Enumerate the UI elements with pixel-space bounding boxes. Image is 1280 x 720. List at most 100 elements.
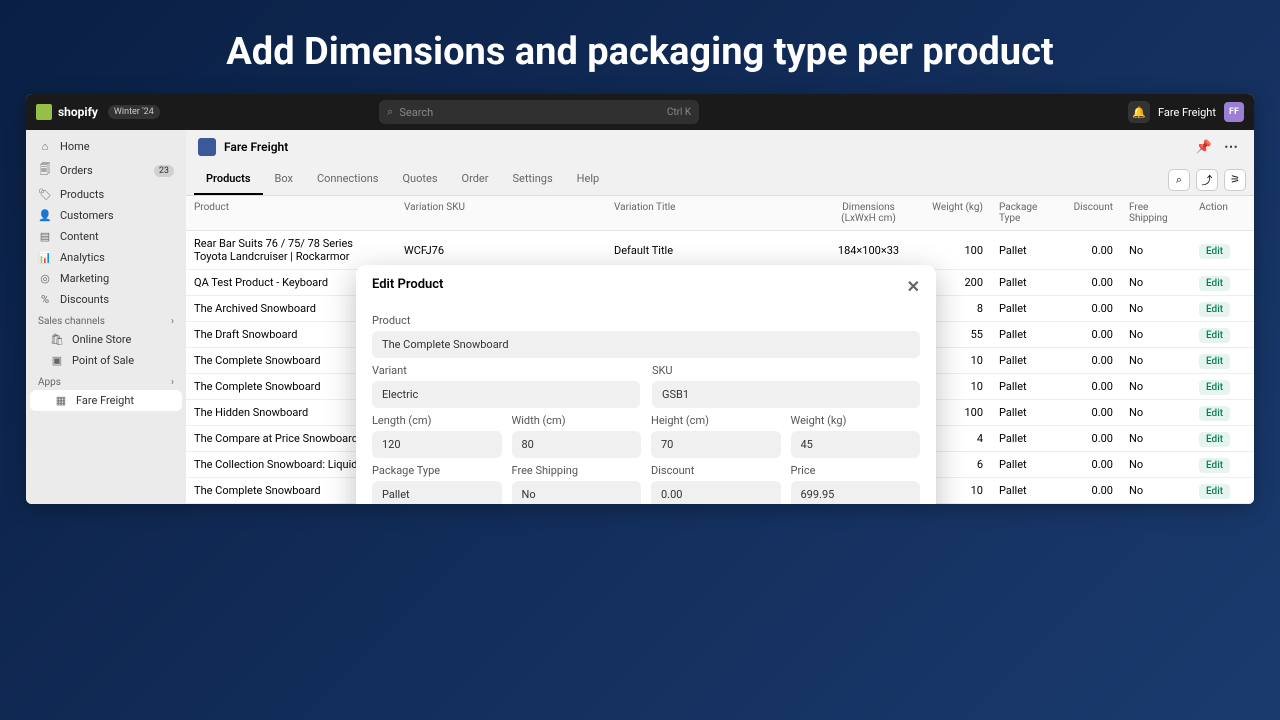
upload-button[interactable]: ⤴ — [1196, 169, 1218, 191]
nav-label: Orders — [60, 164, 93, 177]
edit-button[interactable]: Edit — [1199, 484, 1230, 499]
cell-package-type: Pallet — [991, 348, 1061, 373]
price-input[interactable] — [791, 481, 921, 504]
chevron-right-icon[interactable]: › — [171, 316, 174, 327]
edit-button[interactable]: Edit — [1199, 380, 1230, 395]
search-input[interactable]: ⌕ Search Ctrl K — [379, 100, 699, 124]
modal-title: Edit Product — [372, 277, 443, 296]
app-header: Fare Freight 📌 ⋯ — [186, 130, 1254, 164]
height-label: Height (cm) — [651, 414, 781, 427]
discount-label: Discount — [651, 464, 781, 477]
search-placeholder: Search — [399, 106, 433, 119]
pin-icon[interactable]: 📌 — [1196, 140, 1212, 155]
cell-dimensions: 184×100×33 — [816, 238, 921, 263]
column-header[interactable]: Action — [1191, 196, 1236, 230]
sidebar-item-content[interactable]: ▤Content — [26, 226, 186, 247]
height-input[interactable] — [651, 431, 781, 458]
chevron-right-icon[interactable]: › — [171, 377, 174, 388]
nav-label: Point of Sale — [72, 354, 134, 367]
tab-help[interactable]: Help — [565, 164, 612, 195]
edit-button[interactable]: Edit — [1199, 244, 1230, 259]
brand-text: shopify — [58, 105, 98, 119]
avatar[interactable]: FF — [1224, 102, 1244, 122]
cell-free-shipping: No — [1121, 374, 1191, 399]
nav-icon: 📊 — [38, 251, 52, 264]
logo: shopify — [36, 104, 98, 120]
tab-box[interactable]: Box — [263, 164, 305, 195]
length-input[interactable] — [372, 431, 502, 458]
column-header[interactable]: Variation Title — [606, 196, 816, 230]
cell-free-shipping: No — [1121, 296, 1191, 321]
tab-connections[interactable]: Connections — [305, 164, 390, 195]
nav-icon: ⌂ — [38, 140, 52, 153]
column-header[interactable]: Product — [186, 196, 396, 230]
sku-label: SKU — [652, 364, 920, 377]
column-header[interactable]: Weight (kg) — [921, 196, 991, 230]
tab-quotes[interactable]: Quotes — [390, 164, 449, 195]
nav-label: Marketing — [60, 272, 109, 285]
search-filter-button[interactable]: ⌕ — [1168, 169, 1190, 191]
nav-label: Products — [60, 188, 104, 201]
cell-package-type: Pallet — [991, 426, 1061, 451]
package-type-select[interactable] — [372, 481, 502, 504]
tabs: ProductsBoxConnectionsQuotesOrderSetting… — [186, 164, 1254, 196]
cell-discount: 0.00 — [1061, 400, 1121, 425]
cell-variation-title: Default Title — [606, 238, 816, 263]
cell-discount: 0.00 — [1061, 478, 1121, 503]
more-icon[interactable]: ⋯ — [1220, 139, 1242, 155]
column-header[interactable]: Free Shipping — [1121, 196, 1191, 230]
edit-button[interactable]: Edit — [1199, 276, 1230, 291]
package-type-label: Package Type — [372, 464, 502, 477]
column-header[interactable]: Variation SKU — [396, 196, 606, 230]
tab-settings[interactable]: Settings — [500, 164, 564, 195]
edit-button[interactable]: Edit — [1199, 328, 1230, 343]
weight-input[interactable] — [791, 431, 921, 458]
nav-icon: % — [38, 293, 52, 306]
nav-icon: ▣ — [50, 354, 64, 367]
column-header[interactable]: Dimensions (LxWxH cm) — [816, 196, 921, 230]
search-shortcut: Ctrl K — [667, 107, 691, 118]
bell-icon: 🔔 — [1132, 106, 1146, 119]
cell-free-shipping: No — [1121, 426, 1191, 451]
edit-button[interactable]: Edit — [1199, 458, 1230, 473]
column-header[interactable]: Package Type — [991, 196, 1061, 230]
sidebar-item-orders[interactable]: 🗐Orders23 — [26, 157, 186, 184]
sidebar-item-home[interactable]: ⌂Home — [26, 136, 186, 157]
cell-discount: 0.00 — [1061, 238, 1121, 263]
filter-button[interactable]: ⚞ — [1224, 169, 1246, 191]
sidebar-item-discounts[interactable]: %Discounts — [26, 289, 186, 310]
tab-products[interactable]: Products — [194, 164, 263, 195]
tab-order[interactable]: Order — [450, 164, 501, 195]
discount-input[interactable] — [651, 481, 781, 504]
nav-label: Analytics — [60, 251, 105, 264]
weight-label: Weight (kg) — [791, 414, 921, 427]
channel-point-of-sale[interactable]: ▣ Point of Sale — [26, 350, 186, 371]
nav-label: Fare Freight — [76, 394, 134, 407]
sidebar-item-products[interactable]: 🏷Products — [26, 184, 186, 205]
edit-button[interactable]: Edit — [1199, 354, 1230, 369]
app-fare-freight[interactable]: ▦Fare Freight — [30, 390, 182, 411]
nav-icon: ▤ — [38, 230, 52, 243]
channel-online-store[interactable]: 🛍Online Store — [26, 329, 186, 350]
width-input[interactable] — [512, 431, 642, 458]
column-header[interactable]: Discount — [1061, 196, 1121, 230]
headline: Add Dimensions and packaging type per pr… — [0, 0, 1280, 94]
edit-product-modal: Edit Product ✕ Product The Complete Snow… — [356, 265, 936, 504]
store-name[interactable]: Fare Freight — [1158, 106, 1216, 119]
sidebar-item-analytics[interactable]: 📊 Analytics — [26, 247, 186, 268]
sidebar-item-marketing[interactable]: ◎Marketing — [26, 268, 186, 289]
edit-button[interactable]: Edit — [1199, 432, 1230, 447]
close-icon[interactable]: ✕ — [907, 277, 920, 296]
notifications-button[interactable]: 🔔 — [1128, 101, 1150, 123]
cell-discount: 0.00 — [1061, 452, 1121, 477]
edit-button[interactable]: Edit — [1199, 302, 1230, 317]
free-shipping-select[interactable] — [512, 481, 642, 504]
cell-free-shipping: No — [1121, 400, 1191, 425]
price-label: Price — [791, 464, 921, 477]
sidebar-item-customers[interactable]: 👤Customers — [26, 205, 186, 226]
count-badge: 23 — [154, 165, 174, 177]
search-icon: ⌕ — [387, 105, 393, 119]
main-content: Fare Freight 📌 ⋯ ProductsBoxConnectionsQ… — [186, 130, 1254, 504]
cell-free-shipping: No — [1121, 270, 1191, 295]
edit-button[interactable]: Edit — [1199, 406, 1230, 421]
